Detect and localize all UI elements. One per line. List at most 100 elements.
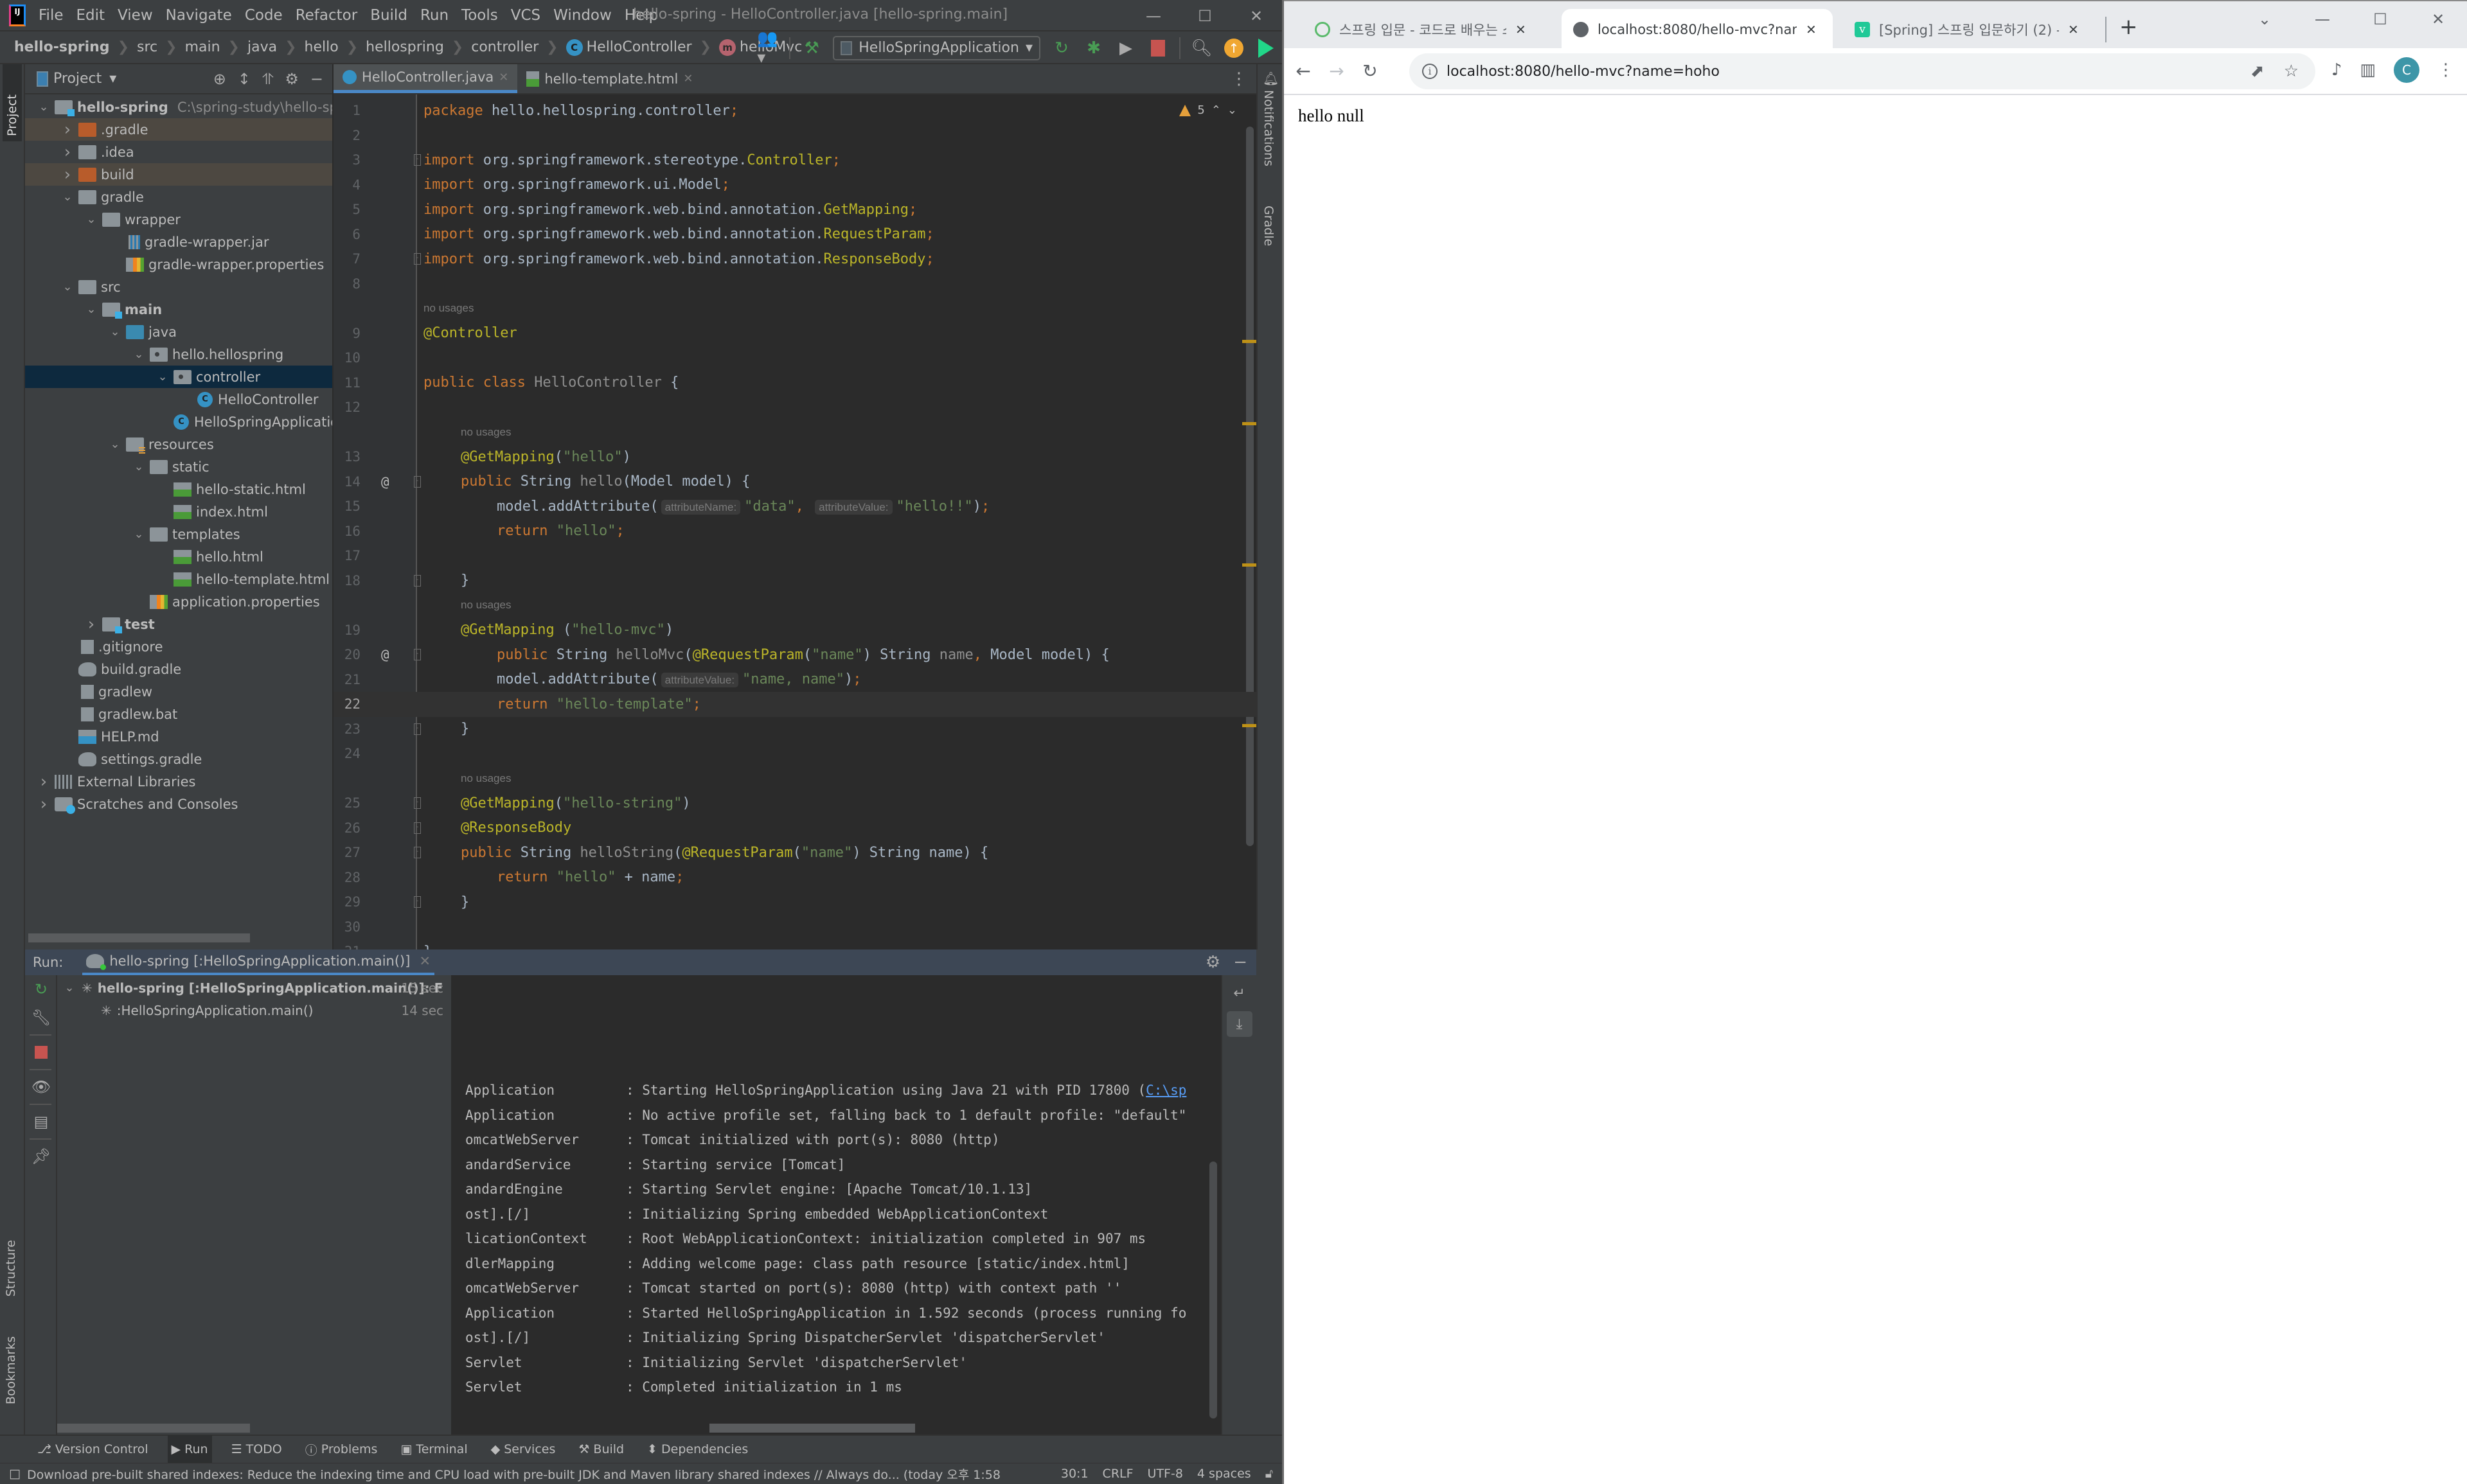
- close-button[interactable]: ✕: [2409, 1, 2467, 37]
- expand-arrow-icon[interactable]: ⌄: [60, 190, 75, 204]
- usage-hint[interactable]: no usages: [334, 420, 1256, 445]
- tree-item-gradlew[interactable]: gradlew: [25, 680, 332, 703]
- tool-window-version-control[interactable]: ⎇ Version Control: [33, 1435, 152, 1463]
- indent-setting[interactable]: 4 spaces: [1197, 1467, 1251, 1481]
- collapse-arrow-icon[interactable]: ›: [37, 795, 51, 814]
- tree-item-resources[interactable]: ⌄ resources: [25, 433, 332, 455]
- maximize-button[interactable]: ☐: [2351, 1, 2409, 37]
- collapse-arrow-icon[interactable]: ›: [60, 120, 75, 139]
- close-tab-icon[interactable]: ✕: [683, 72, 693, 85]
- tree-item-hellocontroller[interactable]: C HelloController: [25, 388, 332, 411]
- usage-hint[interactable]: no usages: [334, 766, 1256, 791]
- project-tool-button[interactable]: Project: [3, 64, 22, 141]
- lock-icon[interactable]: 🔓︎: [1265, 1467, 1273, 1481]
- stop-icon[interactable]: [1147, 37, 1169, 59]
- breadcrumb-hello[interactable]: hello: [305, 39, 339, 55]
- run-tree-item[interactable]: ⌄ ✳ hello-spring [:HelloSpringApplication…: [57, 976, 451, 999]
- breadcrumb-hellocontroller[interactable]: HelloController: [587, 39, 692, 55]
- tree-item-controller[interactable]: ⌄ controller: [25, 366, 332, 388]
- tree-item-gradle-wrapper-properties[interactable]: gradle-wrapper.properties: [25, 253, 332, 276]
- tree-item-static[interactable]: ⌄ static: [25, 455, 332, 478]
- code-editor[interactable]: 5 ⌃ ⌄ 1 package hello.hellospring.control…: [334, 94, 1256, 950]
- wrench-icon[interactable]: 🔧︎: [25, 1003, 57, 1032]
- caret-position[interactable]: 30:1: [1061, 1467, 1089, 1481]
- tree-item-test[interactable]: › test: [25, 613, 332, 635]
- breadcrumb-main[interactable]: main: [185, 39, 220, 55]
- close-tab-icon[interactable]: ✕: [2068, 22, 2079, 37]
- expand-arrow-icon[interactable]: ⌄: [37, 100, 51, 114]
- expand-arrow-icon[interactable]: ⌄: [132, 460, 146, 473]
- console-v-scrollbar[interactable]: [1209, 1162, 1217, 1418]
- tool-window-dependencies[interactable]: ⬍ Dependencies: [643, 1435, 752, 1463]
- menu-view[interactable]: View: [118, 7, 153, 24]
- search-icon[interactable]: 🔍︎: [1191, 37, 1213, 59]
- menu-navigate[interactable]: Navigate: [166, 7, 232, 24]
- update-icon[interactable]: ↑: [1223, 37, 1245, 59]
- bookmarks-tool-button[interactable]: Bookmarks: [4, 1336, 18, 1404]
- layout-icon[interactable]: ▤: [25, 1108, 57, 1136]
- chevron-down-icon[interactable]: ▾: [109, 71, 116, 87]
- more-tabs-icon[interactable]: ⋮: [1231, 64, 1256, 93]
- breadcrumb-project[interactable]: hello-spring: [14, 39, 110, 55]
- tool-window-terminal[interactable]: ▣ Terminal: [396, 1435, 471, 1463]
- eye-icon[interactable]: 👁︎: [25, 1073, 57, 1101]
- new-tab-button[interactable]: +: [2119, 14, 2138, 40]
- tree-item-gitignore[interactable]: .gitignore: [25, 635, 332, 658]
- file-encoding[interactable]: UTF-8: [1148, 1467, 1183, 1481]
- gradle-tool-button[interactable]: Gradle: [1261, 206, 1276, 246]
- request-mapping-gutter-icon[interactable]: @: [381, 647, 389, 662]
- status-message[interactable]: Download pre-built shared indexes: Reduc…: [27, 1465, 1001, 1483]
- share-icon[interactable]: ⬈: [2250, 62, 2265, 81]
- menu-tools[interactable]: Tools: [461, 7, 498, 24]
- close-tab-icon[interactable]: ✕: [499, 71, 508, 84]
- url-text[interactable]: localhost:8080/hello-mvc?name=hoho: [1447, 64, 1720, 80]
- breadcrumb-java[interactable]: java: [247, 39, 277, 55]
- rerun-icon[interactable]: ↻: [25, 975, 57, 1003]
- notifications-bell-icon[interactable]: 🔔︎: [1263, 71, 1279, 86]
- tree-item-hello-hellospring[interactable]: ⌄ hello.hellospring: [25, 343, 332, 366]
- run-tree-item[interactable]: ✳ :HelloSpringApplication.main() 14 sec: [57, 999, 451, 1021]
- close-tab-icon[interactable]: ✕: [419, 953, 431, 969]
- tree-item-settings-gradle[interactable]: settings.gradle: [25, 748, 332, 770]
- rerun-icon[interactable]: ↻: [1051, 37, 1073, 59]
- gear-icon[interactable]: ⚙: [285, 70, 299, 88]
- vcs-user-icon[interactable]: 👥▾: [757, 29, 779, 67]
- tree-item-hello-static-html[interactable]: hello-static.html: [25, 478, 332, 500]
- tree-item-gradle-wrapper-jar[interactable]: gradle-wrapper.jar: [25, 231, 332, 253]
- structure-tool-button[interactable]: Structure: [4, 1240, 18, 1296]
- tab-hello-template-html[interactable]: hello-template.html ✕: [517, 64, 702, 93]
- menu-window[interactable]: Window: [553, 7, 612, 24]
- side-panel-icon[interactable]: ▥: [2360, 60, 2376, 80]
- tree-item-scratches-and-consoles[interactable]: › Scratches and Consoles: [25, 793, 332, 815]
- minimize-button[interactable]: —: [1128, 0, 1179, 31]
- tree-item-templates[interactable]: ⌄ templates: [25, 523, 332, 545]
- toggle-tool-windows-icon[interactable]: □: [9, 1467, 21, 1481]
- tree-item-hello-spring[interactable]: ⌄ hello-spring C:\spring-study\hello-sprin…: [25, 96, 332, 118]
- address-bar[interactable]: i localhost:8080/hello-mvc?name=hoho ⬈ ☆: [1409, 53, 2315, 89]
- tab-search-button[interactable]: ⌄: [2236, 1, 2293, 37]
- profile-avatar[interactable]: C: [2394, 57, 2419, 83]
- tree-item-build-gradle[interactable]: build.gradle: [25, 658, 332, 680]
- usage-hint[interactable]: no usages: [334, 296, 1256, 321]
- tree-item-hello-template-html[interactable]: hello-template.html: [25, 568, 332, 590]
- close-tab-icon[interactable]: ✕: [1806, 22, 1817, 37]
- breadcrumb-hellospring[interactable]: hellospring: [366, 39, 444, 55]
- tool-window-build[interactable]: ⚒ Build: [574, 1435, 628, 1463]
- pin-icon[interactable]: 📌︎: [25, 1142, 57, 1170]
- soft-wrap-icon[interactable]: ↵: [1227, 980, 1252, 1006]
- menu-refactor[interactable]: Refactor: [296, 7, 357, 24]
- collapse-arrow-icon[interactable]: ›: [37, 772, 51, 791]
- tree-item-src[interactable]: ⌄ src: [25, 276, 332, 298]
- tree-item-idea[interactable]: › .idea: [25, 141, 332, 163]
- collapse-all-icon[interactable]: ⥣: [262, 70, 273, 88]
- coverage-icon[interactable]: ▶: [1115, 37, 1137, 59]
- hide-panel-icon[interactable]: −: [310, 70, 323, 88]
- expand-arrow-icon[interactable]: ⌄: [156, 370, 170, 384]
- more-menu-icon[interactable]: ⋮: [2437, 60, 2454, 80]
- debug-icon[interactable]: ✱: [1083, 37, 1105, 59]
- tree-item-index-html[interactable]: index.html: [25, 500, 332, 523]
- tree-item-help-md[interactable]: HELP.md: [25, 725, 332, 748]
- tree-item-hellospringapplication[interactable]: C HelloSpringApplication: [25, 411, 332, 433]
- close-button[interactable]: ✕: [1231, 0, 1282, 31]
- breadcrumb-controller[interactable]: controller: [471, 39, 539, 55]
